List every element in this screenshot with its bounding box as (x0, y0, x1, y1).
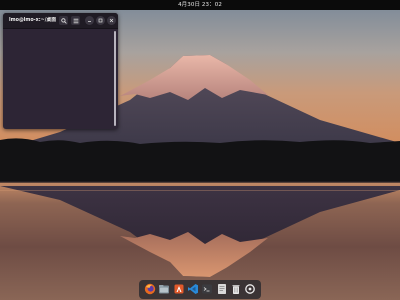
terminal-title: lmo@lmo-x:~/桌面 (9, 18, 57, 23)
app-store-icon[interactable] (173, 283, 185, 295)
trash-icon[interactable] (230, 283, 242, 295)
terminal-header-bar[interactable]: lmo@lmo-x:~/桌面 (3, 13, 118, 29)
vscode-icon[interactable] (187, 283, 199, 295)
search-icon[interactable] (59, 16, 68, 25)
text-editor-icon[interactable] (216, 283, 228, 295)
hamburger-menu-icon[interactable] (71, 16, 80, 25)
terminal-icon[interactable] (201, 283, 213, 295)
terminal-scrollbar[interactable] (114, 31, 116, 126)
close-icon[interactable] (107, 16, 116, 25)
minimize-icon[interactable] (85, 16, 94, 25)
app-grid-icon[interactable] (244, 283, 256, 295)
top-bar: 4月30日 23：02 (0, 0, 400, 10)
files-icon[interactable] (158, 283, 170, 295)
clock[interactable]: 4月30日 23：02 (0, 0, 400, 10)
terminal-window[interactable]: lmo@lmo-x:~/桌面 (3, 13, 118, 129)
maximize-icon[interactable] (96, 16, 105, 25)
firefox-icon[interactable] (144, 283, 156, 295)
dock (139, 280, 261, 299)
